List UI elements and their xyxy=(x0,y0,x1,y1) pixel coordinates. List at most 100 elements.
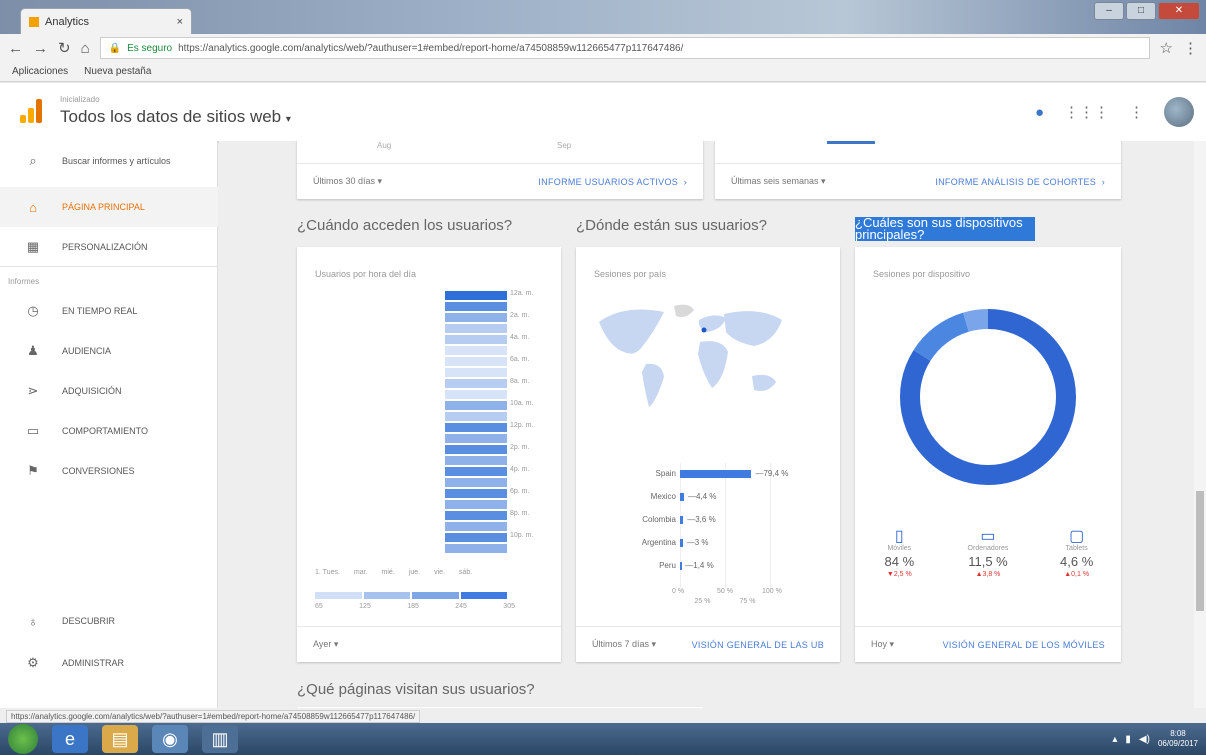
section-heading-when: ¿Cuándo acceden los usuarios? xyxy=(297,217,513,234)
header-actions: ● ⋮⋮⋮ ⋮ xyxy=(1035,97,1194,127)
gridline xyxy=(725,463,726,588)
bookmark-new-tab[interactable]: Nueva pestaña xyxy=(84,66,151,77)
date-range-selector[interactable]: Últimos 30 días ▾ xyxy=(313,176,382,187)
scroll-thumb[interactable] xyxy=(1196,491,1204,611)
cohort-report-link[interactable]: INFORME ANÁLISIS DE COHORTES › xyxy=(935,177,1105,187)
property-selector[interactable]: Todos los datos de sitios web ▾ xyxy=(60,107,291,127)
device-value: 4,6 % xyxy=(1060,554,1094,569)
day-label: mié. xyxy=(381,569,395,576)
ie-taskbar-icon[interactable]: e xyxy=(52,725,88,753)
sidebar-item-conversions[interactable]: ⚑ CONVERSIONES xyxy=(0,451,218,491)
mobile-overview-link[interactable]: VISIÓN GENERAL DE LOS MÓVILES xyxy=(943,640,1105,650)
behavior-icon: ▭ xyxy=(26,423,40,438)
axis-tick-label: 25 % xyxy=(694,598,711,605)
axis-tick-label: 75 % xyxy=(739,598,756,605)
page-scrollbar[interactable] xyxy=(1194,141,1206,708)
minimize-button[interactable]: – xyxy=(1094,2,1124,20)
scale-step xyxy=(460,592,507,599)
clock-date: 06/09/2017 xyxy=(1157,739,1198,748)
tab-title: Analytics xyxy=(45,15,90,28)
heatmap-cell xyxy=(445,500,507,509)
country-value-label: —79,4 % xyxy=(755,469,789,478)
tab-close-icon[interactable]: × xyxy=(177,16,183,28)
address-bar[interactable]: 🔒 Es seguro https://analytics.google.com… xyxy=(99,37,1150,59)
sidebar-item-audience[interactable]: ♟ AUDIENCIA xyxy=(0,331,218,371)
scale-label: 65 xyxy=(315,603,323,610)
date-range-selector[interactable]: Últimas seis semanas ▾ xyxy=(731,176,826,187)
system-tray: ▴ ▮ ◀) 8:08 06/09/2017 xyxy=(1112,729,1198,749)
heatmap-cell xyxy=(445,379,507,388)
grid-icon: ▦ xyxy=(26,239,40,254)
axis-tick-label: 100 % xyxy=(762,588,782,595)
clock[interactable]: 8:08 06/09/2017 xyxy=(1158,729,1198,749)
sidebar-item-behavior[interactable]: ▭ COMPORTAMIENTO xyxy=(0,411,218,451)
back-icon[interactable]: ← xyxy=(8,40,23,57)
url-text[interactable]: https://analytics.google.com/analytics/w… xyxy=(178,43,683,54)
sidebar-item-discover[interactable]: ♁ DESCUBRIR xyxy=(0,601,218,641)
network-icon[interactable]: ▮ xyxy=(1125,734,1131,745)
apps-grid-icon[interactable]: ⋮⋮⋮ xyxy=(1064,103,1109,121)
geo-overview-link[interactable]: VISIÓN GENERAL DE LAS UB xyxy=(692,640,824,650)
device-donut-chart xyxy=(900,309,1076,485)
home-browser-icon[interactable]: ⌂ xyxy=(81,40,90,57)
scale-step xyxy=(363,592,410,599)
explorer-taskbar-icon[interactable]: ▤ xyxy=(102,725,138,753)
date-range-selector[interactable]: Últimos 7 días ▾ xyxy=(592,639,656,650)
sidebar-item-acquisition[interactable]: ⋗ ADQUISICIÓN xyxy=(0,371,218,411)
axis-tick-label: 50 % xyxy=(717,588,733,595)
color-scale xyxy=(315,592,507,599)
browser-tab[interactable]: Analytics × xyxy=(20,8,192,34)
app-taskbar-icon[interactable]: ▥ xyxy=(202,725,238,753)
hour-label: 12p. m. xyxy=(510,422,534,429)
country-bar xyxy=(680,562,682,570)
heatmap-cell xyxy=(445,544,507,553)
hour-label: 6p. m. xyxy=(510,488,530,495)
scale-label: 245 xyxy=(455,603,467,610)
heatmap-cell xyxy=(445,478,507,487)
bookmark-apps[interactable]: Aplicaciones xyxy=(12,66,68,77)
sidebar-item-label: ADMINISTRAR xyxy=(62,658,125,668)
scale-labels: 65 125 185 245 305 xyxy=(315,603,515,610)
notifications-icon[interactable]: ● xyxy=(1035,104,1044,121)
browser-menu-icon[interactable]: ⋮ xyxy=(1183,39,1198,57)
date-range-selector[interactable]: Ayer ▾ xyxy=(313,639,338,650)
maximize-button[interactable]: □ xyxy=(1126,2,1156,20)
sidebar-section-label: Informes xyxy=(8,277,40,286)
acquisition-icon: ⋗ xyxy=(27,383,39,398)
hour-label: 2p. m. xyxy=(510,444,530,451)
active-users-report-link[interactable]: INFORME USUARIOS ACTIVOS › xyxy=(538,177,687,187)
sidebar-item-realtime[interactable]: ◷ EN TIEMPO REAL xyxy=(0,291,218,331)
sidebar-item-admin[interactable]: ⚙ ADMINISTRAR xyxy=(0,643,218,683)
hour-label: 4a. m. xyxy=(510,334,530,341)
reload-icon[interactable]: ↻ xyxy=(58,39,71,57)
sidebar-search[interactable]: ⌕ Buscar informes y artículos xyxy=(0,141,218,181)
chrome-taskbar-icon[interactable]: ◉ xyxy=(152,725,188,753)
sidebar-item-home[interactable]: ⌂ PÁGINA PRINCIPAL xyxy=(0,187,218,227)
heatmap-cell xyxy=(445,533,507,542)
avatar[interactable] xyxy=(1164,97,1194,127)
windows-taskbar: e ▤ ◉ ▥ ▴ ▮ ◀) 8:08 06/09/2017 xyxy=(0,723,1206,755)
country-bar xyxy=(680,539,683,547)
forward-icon[interactable]: → xyxy=(33,40,48,57)
card-footer: Últimas seis semanas ▾ INFORME ANÁLISIS … xyxy=(715,163,1121,199)
heatmap-cell xyxy=(445,335,507,344)
heatmap-cell xyxy=(445,357,507,366)
close-window-button[interactable]: ✕ xyxy=(1158,2,1200,20)
tray-arrow-icon[interactable]: ▴ xyxy=(1112,734,1117,745)
more-options-icon[interactable]: ⋮ xyxy=(1129,103,1144,121)
sidebar-item-label: DESCUBRIR xyxy=(62,616,116,626)
device-change: ▲3,8 % xyxy=(975,571,1001,578)
country-label: Spain xyxy=(655,469,676,478)
volume-icon[interactable]: ◀) xyxy=(1139,734,1150,745)
scale-label: 305 xyxy=(503,603,515,610)
link-label: VISIÓN GENERAL DE LOS MÓVILES xyxy=(942,639,1105,650)
date-range-label: Ayer xyxy=(313,639,332,649)
scale-label: 185 xyxy=(407,603,419,610)
star-icon[interactable]: ☆ xyxy=(1160,39,1173,57)
date-range-selector[interactable]: Hoy ▾ xyxy=(871,639,894,650)
device-value: 11,5 % xyxy=(968,554,1008,569)
heatmap-cell xyxy=(445,313,507,322)
sidebar-item-customization[interactable]: ▦ PERSONALIZACIÓN xyxy=(0,227,218,267)
map-africa xyxy=(698,341,728,388)
start-button[interactable] xyxy=(8,724,38,754)
